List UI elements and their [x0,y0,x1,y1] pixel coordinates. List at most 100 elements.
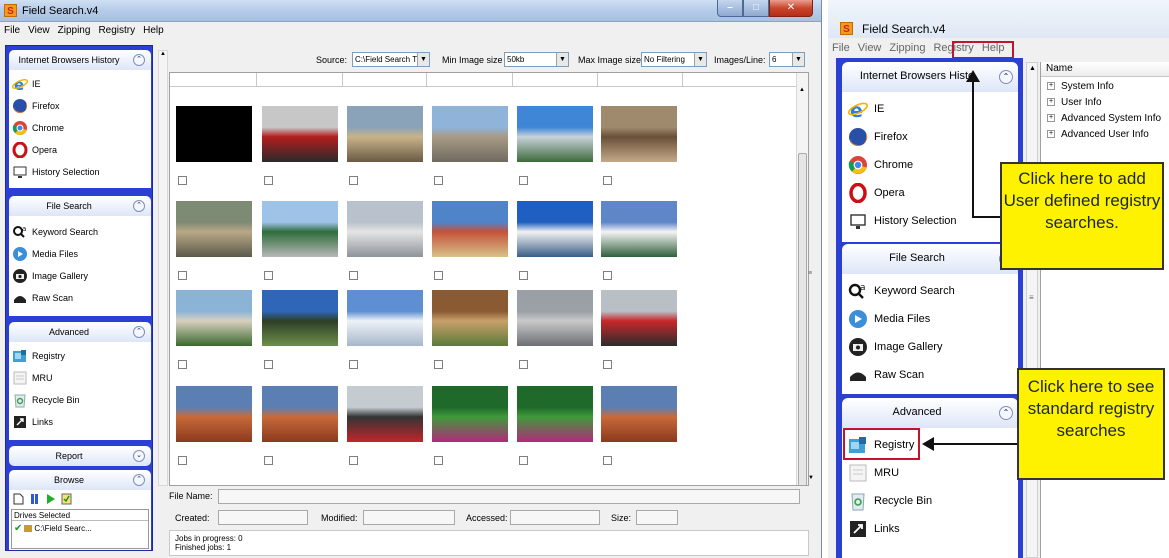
expand-icon[interactable]: + [1047,98,1055,107]
panel-header-file-search[interactable]: File Search ⌃ [842,244,1018,274]
thumbnail-checkbox[interactable] [603,456,612,465]
image-thumbnail[interactable] [262,386,338,442]
file-name-field[interactable] [218,489,800,504]
panel-header-advanced[interactable]: Advanced ⌃ [9,322,151,342]
thumbnail-checkbox[interactable] [434,176,443,185]
menu-zipping[interactable]: Zipping [885,40,929,58]
expand-icon[interactable]: + [1047,114,1055,123]
new-icon[interactable] [13,493,24,505]
image-thumbnail[interactable] [517,106,593,162]
image-thumbnail[interactable] [432,201,508,257]
image-thumbnail[interactable] [262,201,338,257]
image-thumbnail[interactable] [347,290,423,346]
image-thumbnail[interactable] [347,201,423,257]
scroll-up-icon[interactable]: ▲ [799,87,805,93]
thumbnail-checkbox[interactable] [349,176,358,185]
tree-item-advanced-system-info[interactable]: + Advanced System Info [1047,113,1161,124]
play-icon[interactable] [45,493,56,505]
collapse-icon[interactable]: ⌃ [999,70,1013,84]
menu-registry[interactable]: Registry [94,23,139,40]
thumbnail-checkbox[interactable] [264,456,273,465]
image-thumbnail[interactable] [176,290,252,346]
image-thumbnail[interactable] [601,386,677,442]
expand-icon[interactable]: + [1047,130,1055,139]
image-thumbnail[interactable] [176,106,252,162]
thumbnail-checkbox[interactable] [434,360,443,369]
panel-header-report[interactable]: Report ⌄ [9,446,151,466]
thumbnail-checkbox[interactable] [519,456,528,465]
image-thumbnail[interactable] [262,290,338,346]
nav-firefox[interactable]: Firefox [12,96,60,116]
image-thumbnail[interactable] [601,290,677,346]
image-thumbnail[interactable] [432,290,508,346]
expand-icon[interactable]: + [1047,82,1055,91]
pause-icon[interactable] [29,493,40,505]
right-scrollbar[interactable]: ▲ ≡ [1024,58,1040,558]
nav-chrome[interactable]: Chrome [12,118,64,138]
nav-recycle-bin[interactable]: Recycle Bin [12,390,80,410]
nav-ie[interactable]: e IE [847,96,884,122]
image-thumbnail[interactable] [347,386,423,442]
thumbnail-checkbox[interactable] [178,456,187,465]
nav-firefox[interactable]: Firefox [848,124,908,150]
image-thumbnail[interactable] [176,201,252,257]
image-thumbnail[interactable] [262,106,338,162]
nav-history-selection[interactable]: History Selection [848,208,957,234]
image-thumbnail[interactable] [601,201,677,257]
images-per-line-select[interactable]: 6 ▼ [769,52,805,67]
menu-view[interactable]: View [24,23,54,40]
tree-item-advanced-user-info[interactable]: + Advanced User Info [1047,129,1149,140]
thumbnail-checkbox[interactable] [349,360,358,369]
panel-header-browsers[interactable]: Internet Browsers Histo ⌃ [842,62,1018,92]
menu-view[interactable]: View [854,40,886,58]
scroll-thumb[interactable] [798,153,807,485]
panel-header-file-search[interactable]: File Search ⌃ [9,196,151,216]
collapse-icon[interactable]: ⌃ [133,326,145,338]
panel-header-browsers[interactable]: Internet Browsers History ⌃ [9,50,151,70]
scroll-down-icon[interactable]: ▼ [808,475,814,481]
expand-icon[interactable]: ⌄ [133,450,145,462]
panel-header-advanced[interactable]: Advanced ⌃ [842,398,1018,428]
thumbnail-checkbox[interactable] [519,360,528,369]
nav-links[interactable]: Links [848,516,900,542]
nav-opera[interactable]: Opera [12,140,57,160]
thumbnail-checkbox[interactable] [349,271,358,280]
collapse-icon[interactable]: ⌃ [133,200,145,212]
image-thumbnail[interactable] [517,201,593,257]
nav-registry[interactable]: Registry [12,346,65,366]
collapse-icon[interactable]: ⌃ [133,474,145,486]
maximize-button[interactable]: □ [743,0,769,17]
min-size-select[interactable]: 50kb ▼ [504,52,569,67]
nav-links[interactable]: Links [12,412,53,432]
image-thumbnail[interactable] [347,106,423,162]
nav-raw-scan[interactable]: Raw Scan [12,288,73,308]
thumbnail-checkbox[interactable] [603,176,612,185]
image-thumbnail[interactable] [176,386,252,442]
image-thumbnail[interactable] [517,386,593,442]
thumbnail-checkbox[interactable] [519,176,528,185]
menu-file[interactable]: File [828,40,854,58]
nav-keyword-search[interactable]: a Keyword Search [848,278,955,304]
thumbnail-checkbox[interactable] [434,271,443,280]
menu-help[interactable]: Help [139,23,168,40]
thumbnail-checkbox[interactable] [264,176,273,185]
panel-header-browse[interactable]: Browse ⌃ [9,470,151,490]
nav-raw-scan[interactable]: Raw Scan [848,362,924,388]
nav-ie[interactable]: e IE [11,74,41,94]
tree-item-system-info[interactable]: + System Info [1047,81,1114,92]
menu-file[interactable]: File [0,23,24,40]
nav-image-gallery[interactable]: Image Gallery [12,266,88,286]
checklist-icon[interactable] [61,493,72,505]
source-select[interactable]: C:\Field Search T‹ ▼ [352,52,430,67]
close-button[interactable]: ✕ [769,0,813,17]
nav-mru[interactable]: MRU [848,460,899,486]
thumbnail-checkbox[interactable] [178,271,187,280]
thumbnail-checkbox[interactable] [603,271,612,280]
accessed-field[interactable] [510,510,600,525]
menu-zipping[interactable]: Zipping [54,23,95,40]
created-field[interactable] [218,510,308,525]
modified-field[interactable] [363,510,455,525]
nav-opera[interactable]: Opera [848,180,905,206]
scroll-track[interactable]: ▲ ≡ [1026,62,1038,558]
drive-item[interactable]: ✔ C:\Field Searc... [12,521,148,534]
